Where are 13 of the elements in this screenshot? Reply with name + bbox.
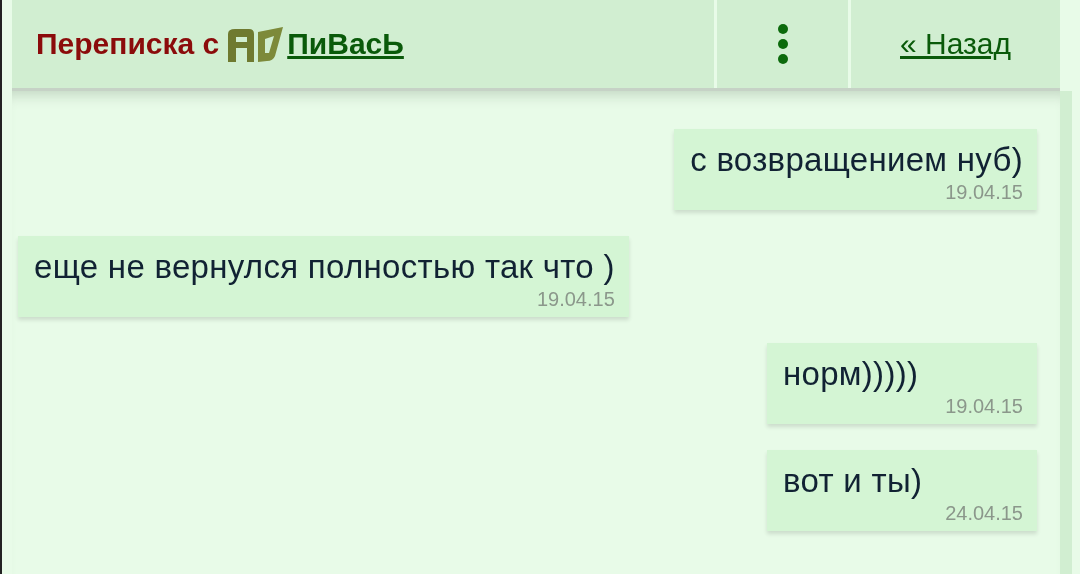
page-title: Переписка с: [36, 27, 220, 61]
message-text: норм))))): [783, 354, 920, 393]
message-text: еще не вернулся полностью так что ): [34, 247, 615, 286]
message-date: 24.04.15: [945, 501, 1023, 525]
message-date: 19.04.15: [945, 394, 1023, 418]
message-date: 19.04.15: [536, 287, 615, 311]
message-text: с возвращением нуб): [690, 141, 1023, 179]
logo-icon: [227, 26, 286, 62]
message-date: 19.04.15: [945, 180, 1023, 204]
back-link[interactable]: « Назад: [900, 27, 1011, 61]
message-text: вот и ты): [783, 461, 924, 500]
scrollbar-track[interactable]: [1060, 91, 1072, 574]
contact-link[interactable]: ПиВасЬ: [287, 27, 404, 61]
